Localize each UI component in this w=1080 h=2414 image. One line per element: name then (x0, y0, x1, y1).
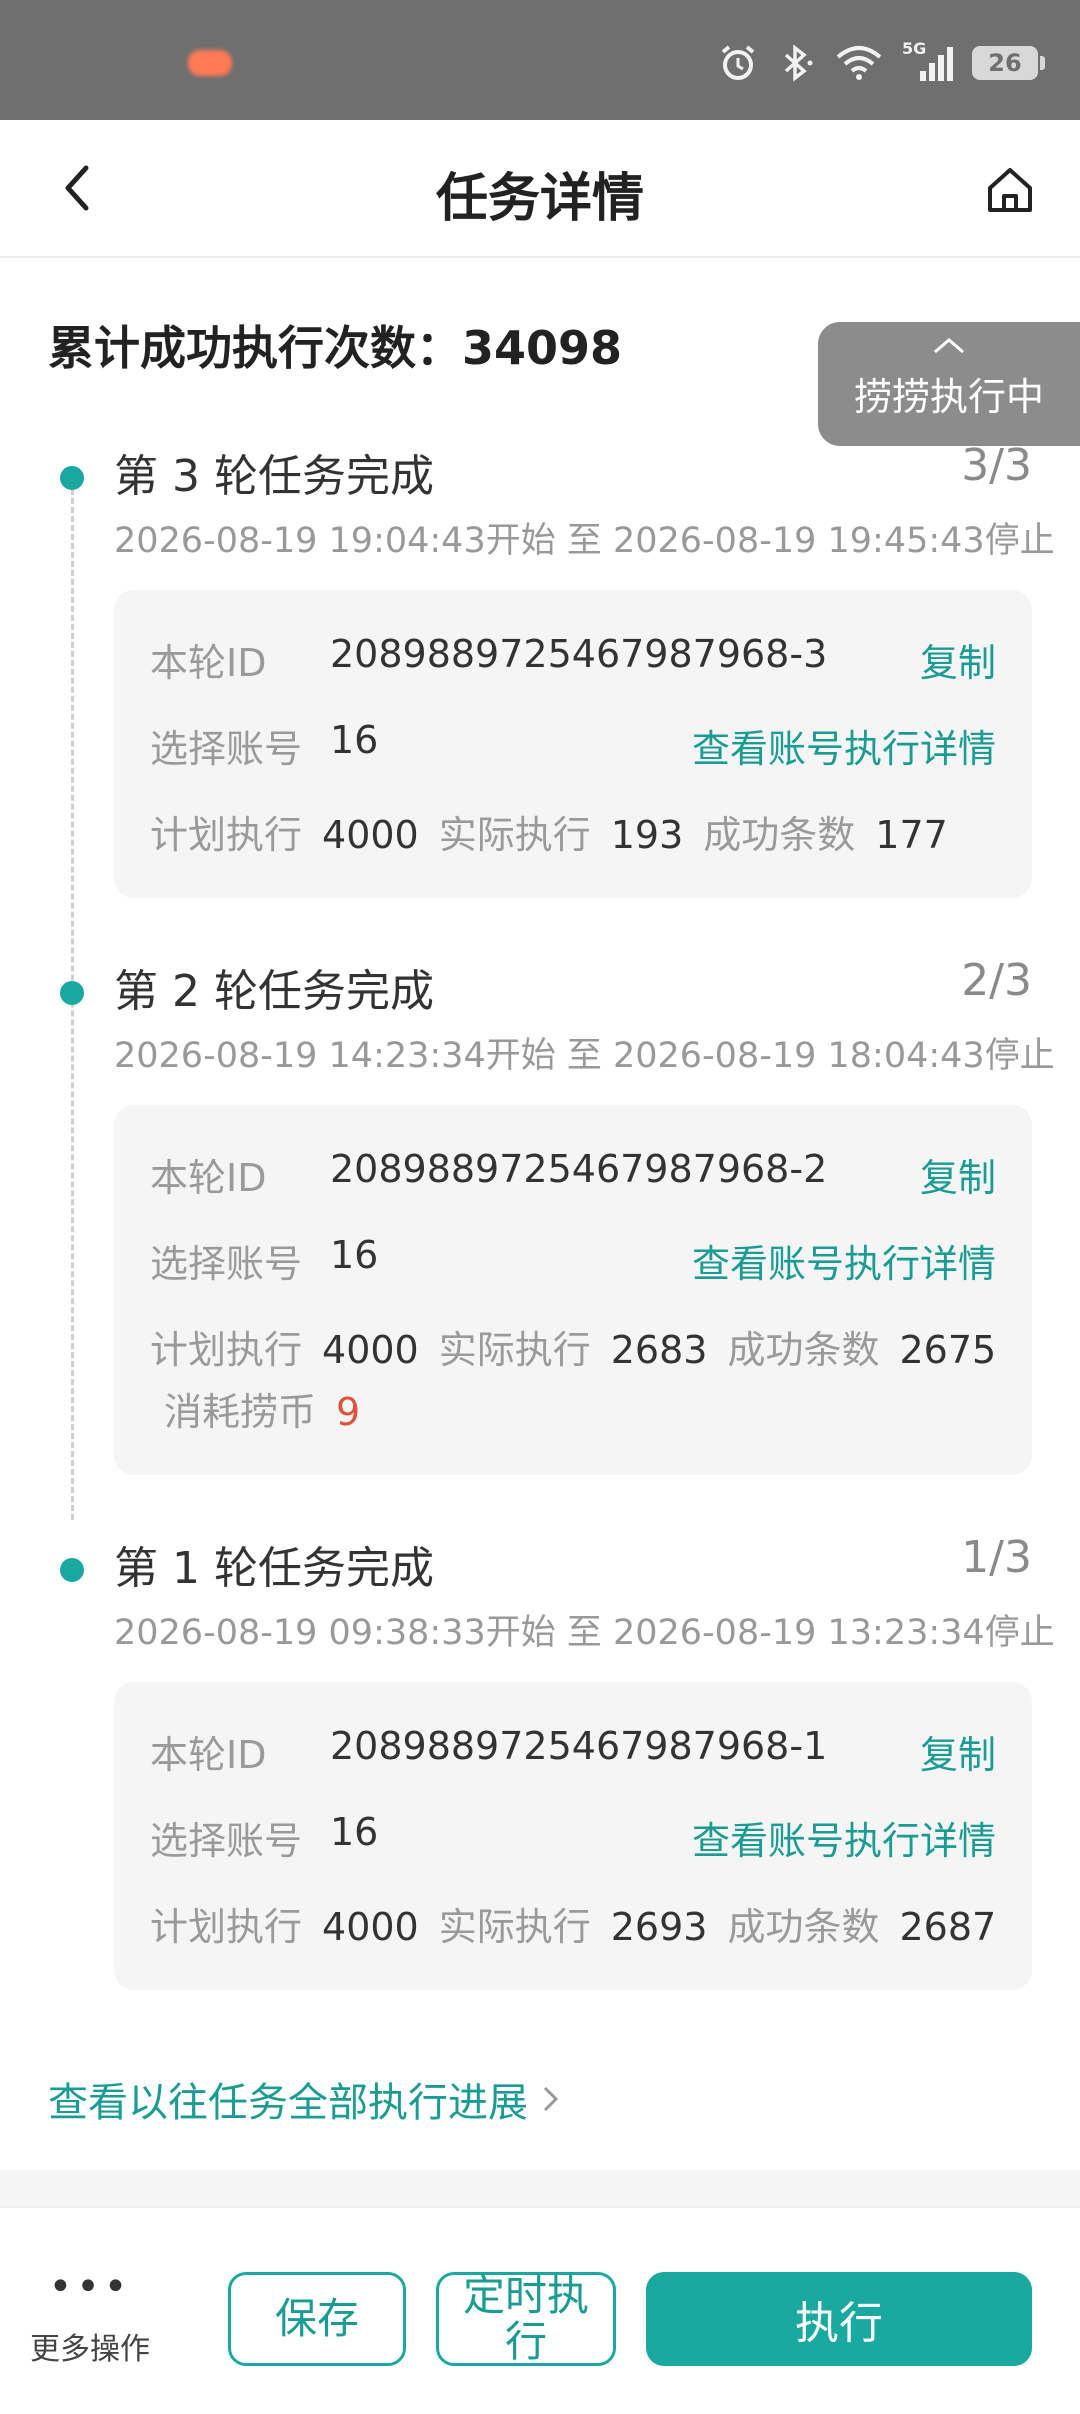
execute-button[interactable]: 执行 (646, 2272, 1032, 2366)
plan-row: 计划执行 4000 实际执行 193 成功条数 177 (150, 804, 996, 857)
save-button[interactable]: 保存 (228, 2272, 406, 2366)
running-status-tag[interactable]: 捞捞执行中 (818, 322, 1080, 446)
actual-value: 193 (610, 813, 684, 857)
round-card: 本轮ID 2089889725467987968-1 复制 选择账号 16 查看… (114, 1682, 1032, 1990)
round-progress: 1/3 (961, 1532, 1032, 1583)
timeline-dot (60, 981, 84, 1005)
alarm-icon (721, 45, 755, 80)
plan-row: 计划执行 4000 实际执行 2683 成功条数 2675 (150, 1319, 997, 1372)
round-id-row: 本轮ID 2089889725467987968-1 复制 (150, 1724, 996, 1777)
planned-label: 计划执行 (150, 813, 303, 857)
success-label: 成功条数 (727, 1328, 880, 1372)
round-id-row: 本轮ID 2089889725467987968-3 复制 (150, 632, 996, 685)
bluetooth-icon (784, 44, 813, 82)
signal-icon: 5G (902, 39, 954, 83)
round-progress: 2/3 (961, 955, 1032, 1006)
cost-row: 消耗捞币 9 (164, 1381, 996, 1434)
account-label: 选择账号 (150, 1819, 303, 1863)
round-id-value: 2089889725467987968-2 (330, 1147, 828, 1191)
copy-button[interactable]: 复制 (920, 1147, 996, 1202)
account-detail-link[interactable]: 查看账号执行详情 (692, 1810, 996, 1865)
account-row: 选择账号 16 查看账号执行详情 (150, 1810, 996, 1863)
planned-value: 4000 (322, 1905, 419, 1949)
round-id-row: 本轮ID 2089889725467987968-2 复制 (150, 1147, 996, 1200)
timeline-dot (60, 466, 84, 490)
planned-label: 计划执行 (150, 1328, 303, 1372)
actual-value: 2683 (610, 1328, 708, 1372)
account-row: 选择账号 16 查看账号执行详情 (150, 718, 996, 771)
copy-button[interactable]: 复制 (920, 632, 996, 687)
round-id-label: 本轮ID (150, 1156, 267, 1200)
account-detail-link[interactable]: 查看账号执行详情 (692, 718, 996, 773)
account-value: 16 (330, 1233, 379, 1277)
round-title: 第 1 轮任务完成 (114, 1543, 434, 1594)
actual-label: 实际执行 (438, 1328, 591, 1372)
page-title: 任务详情 (435, 169, 644, 229)
account-label: 选择账号 (150, 1242, 303, 1286)
planned-value: 4000 (322, 1328, 419, 1372)
planned-label: 计划执行 (150, 1905, 303, 1949)
cost-value: 9 (336, 1390, 361, 1434)
plan-row: 计划执行 4000 实际执行 2693 成功条数 2687 (150, 1896, 997, 1949)
round-title: 第 3 轮任务完成 (114, 451, 434, 502)
round-id-label: 本轮ID (150, 641, 267, 685)
round-time: 2026-08-19 09:38:33开始 至 2026-08-19 13:23… (114, 1613, 1055, 1653)
round-id-value: 2089889725467987968-3 (330, 632, 828, 676)
home-icon[interactable] (980, 160, 1040, 220)
account-row: 选择账号 16 查看账号执行详情 (150, 1233, 996, 1286)
account-value: 16 (330, 718, 379, 762)
history-progress-link[interactable]: 查看以往任务全部执行进展 (48, 2070, 562, 2128)
round-progress: 3/3 (961, 440, 1032, 491)
chevron-right-icon (543, 2086, 559, 2112)
actual-value: 2693 (610, 1905, 708, 1949)
round-time: 2026-08-19 14:23:34开始 至 2026-08-19 18:04… (114, 1036, 1055, 1076)
chevron-up-icon (934, 338, 964, 354)
more-dots-icon: ••• (48, 2264, 132, 2310)
round-card: 本轮ID 2089889725467987968-2 复制 选择账号 16 查看… (114, 1105, 1032, 1475)
battery-level: 26 (988, 49, 1022, 77)
copy-button[interactable]: 复制 (920, 1724, 996, 1779)
success-value: 2675 (899, 1328, 997, 1372)
success-value: 2687 (899, 1905, 997, 1949)
account-label: 选择账号 (150, 727, 303, 771)
timeline-dot (60, 1558, 84, 1582)
footer-separator (0, 2170, 1080, 2206)
round-time: 2026-08-19 19:04:43开始 至 2026-08-19 19:45… (114, 521, 1055, 561)
history-progress-label: 查看以往任务全部执行进展 (48, 2080, 528, 2126)
actual-label: 实际执行 (438, 813, 591, 857)
round-id-label: 本轮ID (150, 1733, 267, 1777)
account-detail-link[interactable]: 查看账号执行详情 (692, 1233, 996, 1288)
success-value: 177 (875, 813, 948, 857)
timed-execute-button[interactable]: 定时执行 (436, 2272, 616, 2366)
status-bar: 5G 26 (0, 0, 1080, 120)
more-actions-label: 更多操作 (30, 2332, 150, 2367)
round-title: 第 2 轮任务完成 (114, 966, 434, 1017)
success-label: 成功条数 (703, 813, 856, 857)
round-id-value: 2089889725467987968-1 (330, 1724, 828, 1768)
notification-icon (188, 50, 232, 76)
app-header: 任务详情 (0, 120, 1080, 258)
status-icons: 5G 26 (718, 38, 1045, 88)
round-card: 本轮ID 2089889725467987968-3 复制 选择账号 16 查看… (114, 590, 1032, 898)
running-status-text: 捞捞执行中 (853, 375, 1044, 419)
cost-label: 消耗捞币 (164, 1390, 317, 1434)
battery-icon: 26 (972, 46, 1045, 80)
success-label: 成功条数 (727, 1905, 880, 1949)
success-count-summary: 累计成功执行次数：34098 (48, 321, 623, 375)
planned-value: 4000 (322, 813, 419, 857)
account-value: 16 (330, 1810, 379, 1854)
actual-label: 实际执行 (438, 1905, 591, 1949)
more-actions-button[interactable]: ••• 更多操作 (28, 2264, 152, 2368)
footer-toolbar: ••• 更多操作 保存 定时执行 执行 (0, 2206, 1080, 2414)
wifi-icon (836, 46, 882, 80)
